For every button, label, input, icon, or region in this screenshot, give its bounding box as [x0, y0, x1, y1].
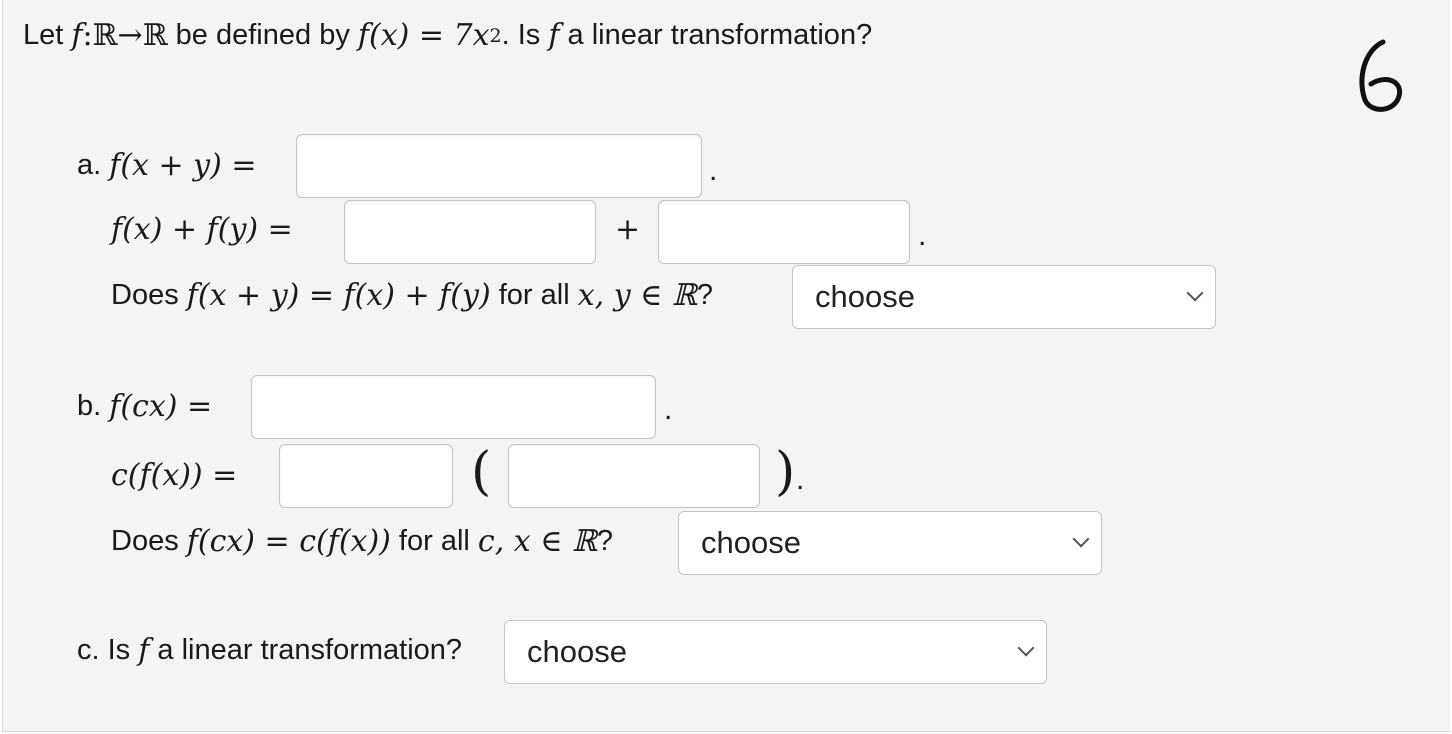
math-function-definition: f(x) = 7x — [357, 18, 490, 53]
math-colon: : — [82, 18, 93, 53]
question-statement: Let f : ℝ → ℝ be defined by f(x) = 7x 2. … — [23, 18, 872, 53]
math-f: f — [548, 18, 560, 53]
period: . — [709, 154, 718, 187]
chevron-down-icon — [1072, 530, 1090, 548]
part-a-lhs: f(x + y) = — [109, 148, 257, 183]
part-a-question: Does f(x + y) = f(x) + f(y) for all x, y… — [111, 278, 713, 313]
period: . — [664, 393, 673, 426]
math-domain: ℝ — [92, 18, 118, 53]
handwritten-six-mark — [1359, 39, 1403, 112]
part-b-choose-select[interactable]: choose — [678, 511, 1102, 575]
question-panel: Let f : ℝ → ℝ be defined by f(x) = 7x 2. … — [2, 0, 1450, 732]
part-b-question-vars: c, x ∈ ℝ — [477, 524, 597, 559]
close-paren: ) — [775, 442, 796, 502]
part-b-inner-input[interactable] — [508, 444, 760, 508]
part-a-f-x-input[interactable] — [344, 200, 596, 264]
part-a-line-1: a. f(x + y) = — [77, 148, 257, 183]
math-exponent: 2 — [489, 24, 502, 47]
part-a-f-y-input[interactable] — [658, 200, 910, 264]
part-b-scalar-input[interactable] — [279, 444, 453, 508]
part-c-question: c. Is f a linear transformation? — [77, 633, 462, 668]
part-b-line-2: c(f(x)) = — [111, 458, 237, 493]
question-text: Let — [23, 19, 64, 51]
question-text: Does — [111, 525, 187, 557]
question-text: a linear transformation? — [559, 19, 873, 51]
question-text: . Is — [501, 19, 549, 51]
part-b-line-1: b. f(cx) = — [77, 389, 212, 424]
select-value: choose — [701, 525, 801, 560]
part-a-question-math: f(x + y) = f(x) + f(y) — [186, 278, 491, 313]
part-b-question-math: f(cx) = c(f(x)) — [186, 524, 391, 559]
part-b-scalar-lhs: c(f(x)) = — [111, 458, 238, 493]
math-arrow: → — [117, 18, 143, 53]
open-paren: ( — [471, 442, 492, 502]
part-b-question: Does f(cx) = c(f(x)) for all c, x ∈ ℝ? — [111, 524, 613, 559]
select-value: choose — [815, 279, 915, 314]
question-text: Does — [111, 279, 187, 311]
chevron-down-icon — [1186, 284, 1204, 302]
math-f: f — [138, 633, 150, 668]
question-text: for all — [390, 525, 478, 557]
part-b-label: b. — [77, 390, 102, 422]
math-codomain: ℝ — [142, 18, 168, 53]
part-a-choose-select[interactable]: choose — [792, 265, 1216, 329]
part-b-lhs: f(cx) = — [109, 389, 213, 424]
select-value: choose — [527, 634, 627, 669]
plus-sign: + — [615, 212, 641, 247]
math-f: f — [71, 18, 83, 53]
part-a-label: a. — [77, 149, 102, 181]
part-c-label: c. Is — [77, 634, 139, 666]
part-a-f-x-plus-y-input[interactable] — [296, 134, 702, 198]
question-text: ? — [696, 279, 713, 311]
question-text: a linear transformation? — [149, 634, 463, 666]
question-text: for all — [490, 279, 578, 311]
part-b-f-cx-input[interactable] — [251, 375, 656, 439]
chevron-down-icon — [1017, 639, 1035, 657]
question-text: be defined by — [167, 19, 358, 51]
part-a-question-vars: x, y ∈ ℝ — [577, 278, 697, 313]
question-text: ? — [596, 525, 614, 557]
part-a-line-2: f(x) + f(y) = — [111, 212, 293, 247]
part-c-choose-select[interactable]: choose — [504, 620, 1047, 684]
period: . — [796, 463, 805, 496]
period: . — [918, 219, 927, 252]
part-a-sum-lhs: f(x) + f(y) = — [111, 212, 293, 247]
